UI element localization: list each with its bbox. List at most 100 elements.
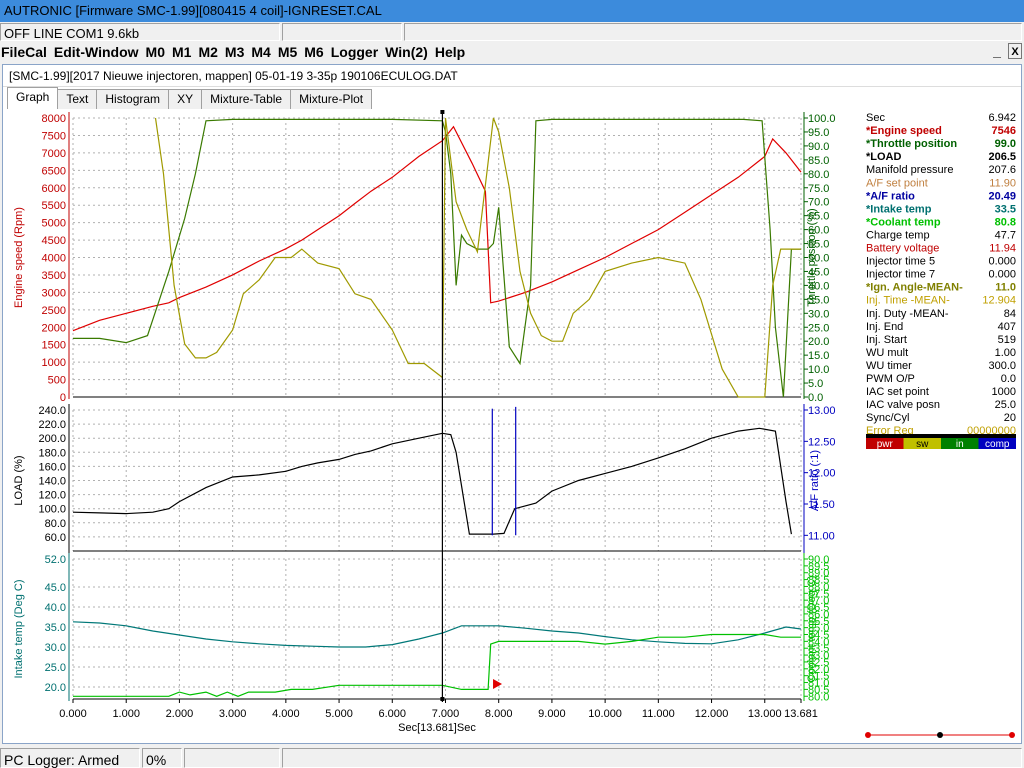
range-mid-handle: [937, 732, 943, 738]
left-tick-label: 200.0: [38, 433, 66, 445]
right-tick-label: 11.00: [808, 530, 835, 542]
data-label: Inj. Start: [866, 334, 907, 346]
range-end-handle: [1009, 732, 1015, 738]
left-tick-label: 5000: [42, 218, 66, 230]
data-label: WU timer: [866, 360, 912, 372]
data-label: PWM O/P: [866, 373, 915, 385]
data-label: Sec: [866, 112, 885, 124]
left-tick-label: 25.0: [45, 662, 66, 674]
left-tick-label: 5500: [42, 200, 66, 212]
data-label: Inj. Time -MEAN-: [866, 295, 950, 307]
flag-label: sw: [916, 439, 929, 450]
data-value: 0.0: [1001, 373, 1016, 385]
x-tick-label: 3.000: [219, 708, 247, 720]
log-chart: 0 500 1000 1500 2000 2500 3000 3500 4000 4500 5000…: [13, 110, 1016, 738]
data-label: Inj. End: [866, 321, 903, 333]
right-tick-label: 5.0: [808, 378, 823, 390]
left-tick-label: 2500: [42, 305, 66, 317]
data-value: 1.00: [995, 347, 1016, 359]
data-label: Injector time 7: [866, 269, 935, 281]
x-tick-label: 7.000: [432, 708, 460, 720]
left-tick-label: 500: [48, 375, 66, 387]
left-axis-title: LOAD (%): [13, 455, 25, 505]
left-tick-label: 100.0: [38, 504, 66, 516]
right-tick-label: 70.0: [808, 197, 829, 209]
logger-percent: 0%: [142, 748, 182, 768]
data-value: 1000: [992, 386, 1016, 398]
data-value: 207.6: [988, 164, 1016, 176]
right-tick-label: 13.00: [808, 405, 836, 417]
left-tick-label: 60.0: [45, 532, 66, 544]
time-cursor-handle-bottom: [440, 697, 445, 701]
x-tick-label: 4.000: [272, 708, 300, 720]
left-tick-label: 0: [60, 392, 66, 404]
x-axis-title: Sec[13.681]Sec: [398, 722, 476, 734]
right-axis-title: Throttle position (%): [806, 208, 818, 306]
data-value: 0.000: [988, 269, 1016, 281]
right-tick-label: 15.0: [808, 350, 829, 362]
data-value: 300.0: [988, 360, 1016, 372]
x-tick-label: 2.000: [166, 708, 194, 720]
flag-label: in: [956, 439, 964, 450]
data-label: WU mult: [866, 347, 908, 359]
data-label: A/F set point: [866, 177, 928, 189]
right-tick-label: 90.0: [808, 554, 829, 566]
left-tick-label: 4000: [42, 253, 66, 265]
range-start-handle: [865, 732, 871, 738]
data-value: 206.5: [988, 151, 1016, 163]
data-label: *Coolant temp: [866, 216, 941, 228]
data-value: 25.0: [995, 399, 1016, 411]
data-label: IAC set point: [866, 386, 929, 398]
left-tick-label: 240.0: [38, 405, 66, 417]
left-axis-title: Engine speed (Rpm): [13, 207, 25, 308]
x-tick-label: 9.000: [538, 708, 566, 720]
x-tick-label: 10.000: [588, 708, 622, 720]
data-value: 11.94: [989, 243, 1016, 255]
left-tick-label: 52.0: [45, 554, 66, 566]
right-tick-label: 30.0: [808, 308, 829, 320]
left-tick-label: 7500: [42, 130, 66, 142]
left-tick-label: 140.0: [38, 476, 66, 488]
data-value: 407: [998, 321, 1016, 333]
right-tick-label: 75.0: [808, 183, 829, 195]
left-tick-label: 45.0: [45, 582, 66, 594]
right-axis-title: Coolant temp (Deg C): [806, 576, 818, 683]
left-tick-label: 8000: [42, 113, 66, 125]
left-tick-label: 80.0: [45, 518, 66, 530]
left-tick-label: 7000: [42, 148, 66, 160]
left-tick-label: 35.0: [45, 622, 66, 634]
left-tick-label: 1500: [42, 340, 66, 352]
data-value: 80.8: [995, 216, 1016, 228]
right-tick-label: 20.0: [808, 336, 829, 348]
left-tick-label: 3500: [42, 270, 66, 282]
flag-label: comp: [985, 439, 1010, 450]
x-tick-label: 12.000: [695, 708, 729, 720]
x-tick-label: 5.000: [325, 708, 353, 720]
app-window: AUTRONIC [Firmware SMC-1.99][080415 4 co…: [0, 0, 1024, 768]
data-label: *A/F ratio: [866, 190, 915, 202]
plot-background: [73, 110, 801, 702]
left-tick-label: 30.0: [45, 642, 66, 654]
right-tick-label: 90.0: [808, 141, 829, 153]
data-label: Inj. Duty -MEAN-: [866, 308, 949, 320]
x-tick-label: 8.000: [485, 708, 513, 720]
data-value: 20.49: [988, 190, 1016, 202]
x-tick-label: 6.000: [379, 708, 407, 720]
left-tick-label: 6000: [42, 183, 66, 195]
status-bar: PC Logger: Armed 0%: [0, 746, 1024, 768]
data-label: Injector time 5: [866, 256, 935, 268]
right-tick-label: 85.0: [808, 155, 829, 167]
flag-bar-top: [866, 434, 1016, 438]
right-tick-label: 12.50: [808, 436, 836, 448]
left-tick-label: 6500: [42, 165, 66, 177]
right-tick-label: 25.0: [808, 322, 829, 334]
data-value: 20: [1004, 412, 1016, 424]
left-tick-label: 40.0: [45, 602, 66, 614]
time-cursor-handle-top: [440, 110, 445, 114]
left-tick-label: 3000: [42, 287, 66, 299]
status-empty-2: [282, 748, 1022, 768]
data-value: 33.5: [995, 203, 1016, 215]
x-tick-label: 13.000: [748, 708, 782, 720]
left-tick-label: 180.0: [38, 447, 66, 459]
data-value: 11.0: [995, 282, 1016, 294]
